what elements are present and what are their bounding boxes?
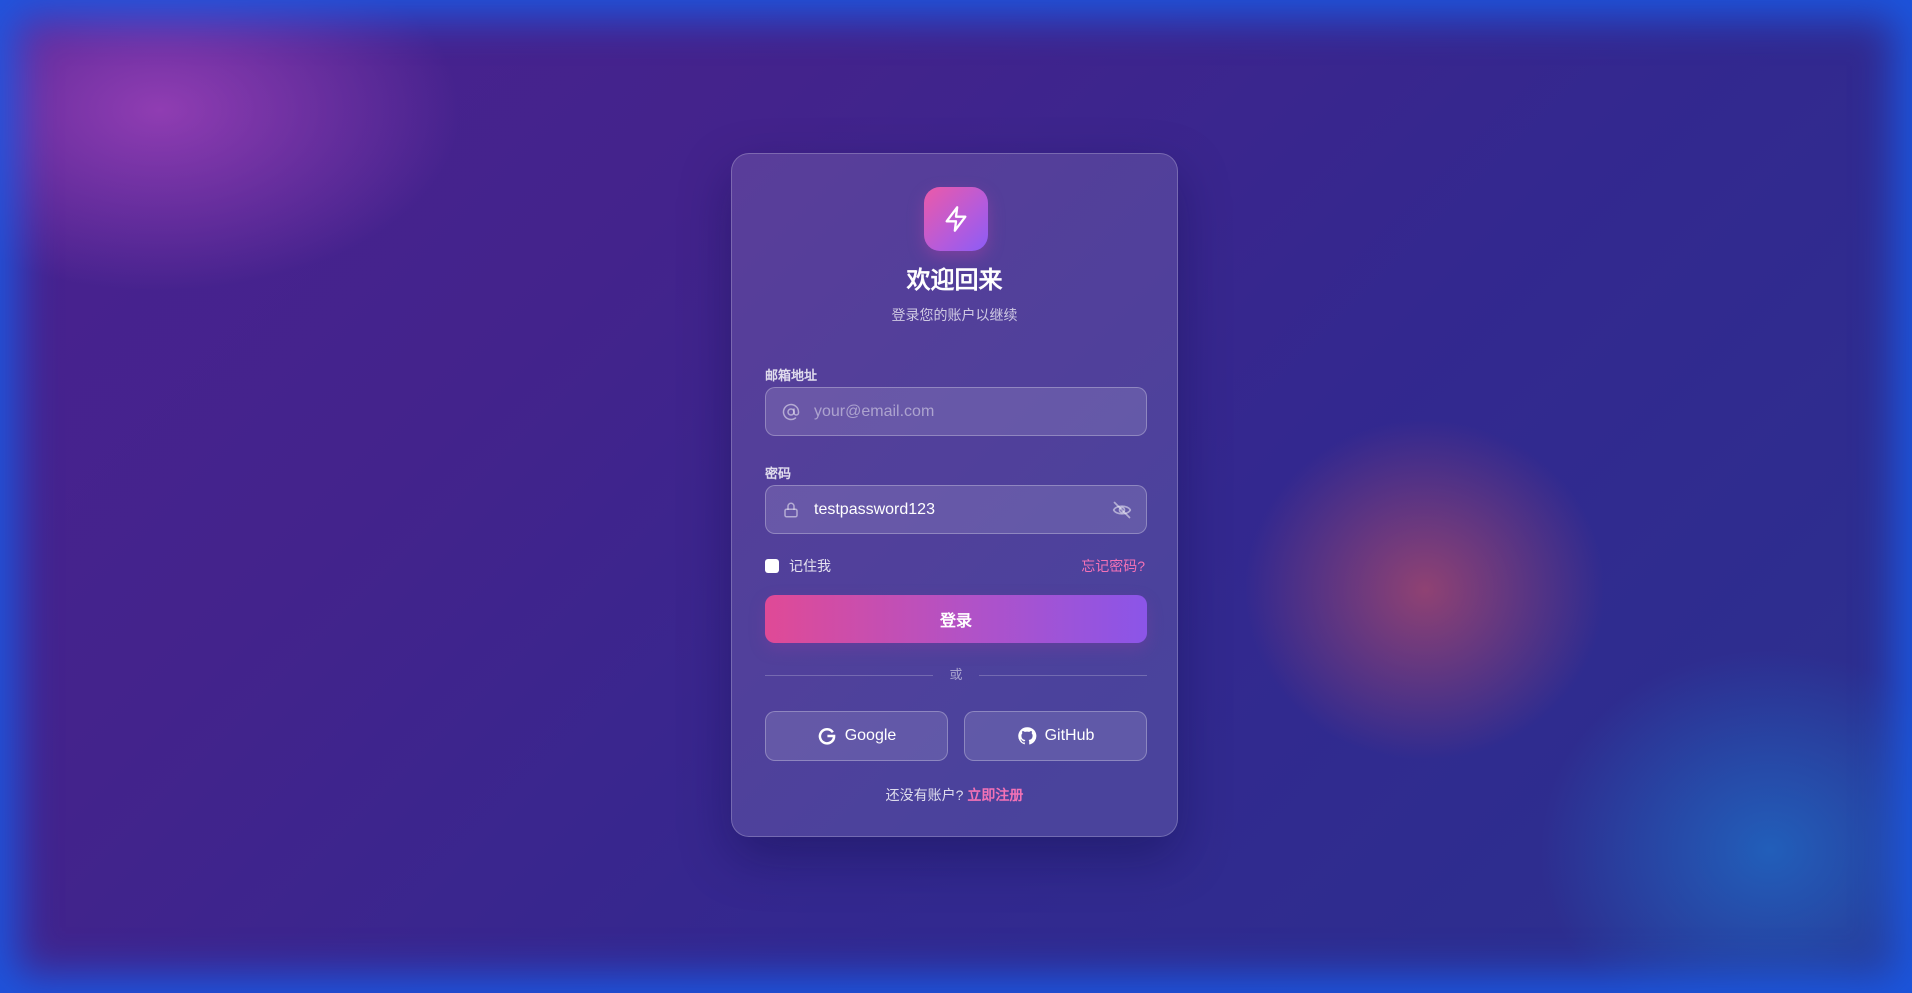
password-field[interactable] <box>765 485 1147 534</box>
signup-link[interactable]: 立即注册 <box>967 787 1023 803</box>
lock-icon <box>784 502 798 518</box>
remember-me[interactable]: 记住我 <box>765 557 831 575</box>
email-field[interactable] <box>765 387 1147 436</box>
divider-line-right <box>979 675 1147 676</box>
google-icon <box>818 727 836 745</box>
page-title: 欢迎回来 <box>906 267 1003 294</box>
remember-label: 记住我 <box>789 558 831 574</box>
at-sign-icon <box>782 403 800 421</box>
password-label: 密码 <box>765 466 792 481</box>
lightning-bolt-icon <box>945 206 967 232</box>
forgot-password-link[interactable]: 忘记密码? <box>1081 557 1145 575</box>
page-subtitle: 登录您的账户以继续 <box>891 307 1018 323</box>
email-input[interactable] <box>814 388 1104 435</box>
eye-off-icon[interactable] <box>1112 500 1132 520</box>
signup-prompt: 还没有账户? <box>885 787 964 803</box>
github-icon <box>1017 727 1036 745</box>
google-login-button[interactable]: Google <box>765 711 948 761</box>
login-card: 欢迎回来 登录您的账户以继续 邮箱地址 密码 记住我 忘记密码? 登录 或 <box>731 153 1178 837</box>
login-button[interactable]: 登录 <box>765 595 1147 643</box>
remember-checkbox[interactable] <box>765 559 779 573</box>
google-label: Google <box>844 727 897 744</box>
signup-row: 还没有账户? 立即注册 <box>732 786 1177 804</box>
password-input[interactable] <box>814 486 1104 533</box>
github-login-button[interactable]: GitHub <box>964 711 1147 761</box>
github-label: GitHub <box>1044 727 1095 744</box>
app-logo <box>924 187 988 251</box>
or-divider: 或 <box>765 666 1147 684</box>
email-label: 邮箱地址 <box>765 368 818 383</box>
